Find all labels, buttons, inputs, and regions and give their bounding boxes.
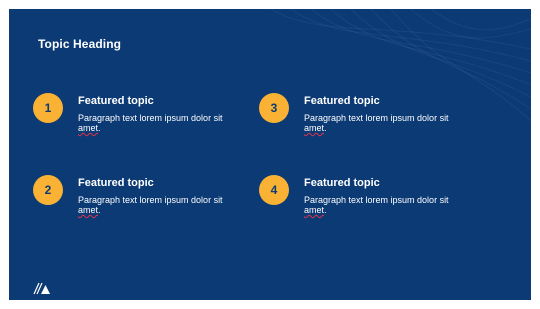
logo-mark-icon [33,282,50,295]
topic-description-end: . [98,123,101,133]
topic-number-badge: 1 [33,93,63,123]
topic-description: Paragraph text lorem ipsum dolor sit ame… [78,113,238,133]
spellcheck-flagged-word: amet [78,123,99,133]
topic-description-text: Paragraph text lorem ipsum dolor sit [78,195,223,205]
topic-title: Featured topic [304,95,380,107]
topic-title: Featured topic [78,177,154,189]
topic-description-end: . [98,205,101,215]
topic-item-3: 3 Featured topic Paragraph text lorem ip… [259,93,459,153]
spellcheck-flagged-word: amet [78,205,99,215]
spellcheck-flagged-word: amet [304,123,325,133]
slide-title: Topic Heading [38,37,122,51]
topic-number-badge: 3 [259,93,289,123]
topic-description: Paragraph text lorem ipsum dolor sit ame… [78,195,238,215]
topic-title: Featured topic [78,95,154,107]
topic-description-end: . [324,123,327,133]
spellcheck-flagged-word: amet [304,205,325,215]
topic-description-text: Paragraph text lorem ipsum dolor sit [304,113,449,123]
topic-item-2: 2 Featured topic Paragraph text lorem ip… [33,175,233,235]
topic-item-4: 4 Featured topic Paragraph text lorem ip… [259,175,459,235]
topic-item-1: 1 Featured topic Paragraph text lorem ip… [33,93,233,153]
topic-number-badge: 4 [259,175,289,205]
topic-description-text: Paragraph text lorem ipsum dolor sit [304,195,449,205]
topic-description: Paragraph text lorem ipsum dolor sit ame… [304,195,464,215]
topic-description-text: Paragraph text lorem ipsum dolor sit [78,113,223,123]
slide: Topic Heading 1 Featured topic Paragraph… [9,9,531,300]
topic-description-end: . [324,205,327,215]
topic-description: Paragraph text lorem ipsum dolor sit ame… [304,113,464,133]
topic-number-badge: 2 [33,175,63,205]
slide-frame: Topic Heading 1 Featured topic Paragraph… [0,0,540,309]
topic-title: Featured topic [304,177,380,189]
